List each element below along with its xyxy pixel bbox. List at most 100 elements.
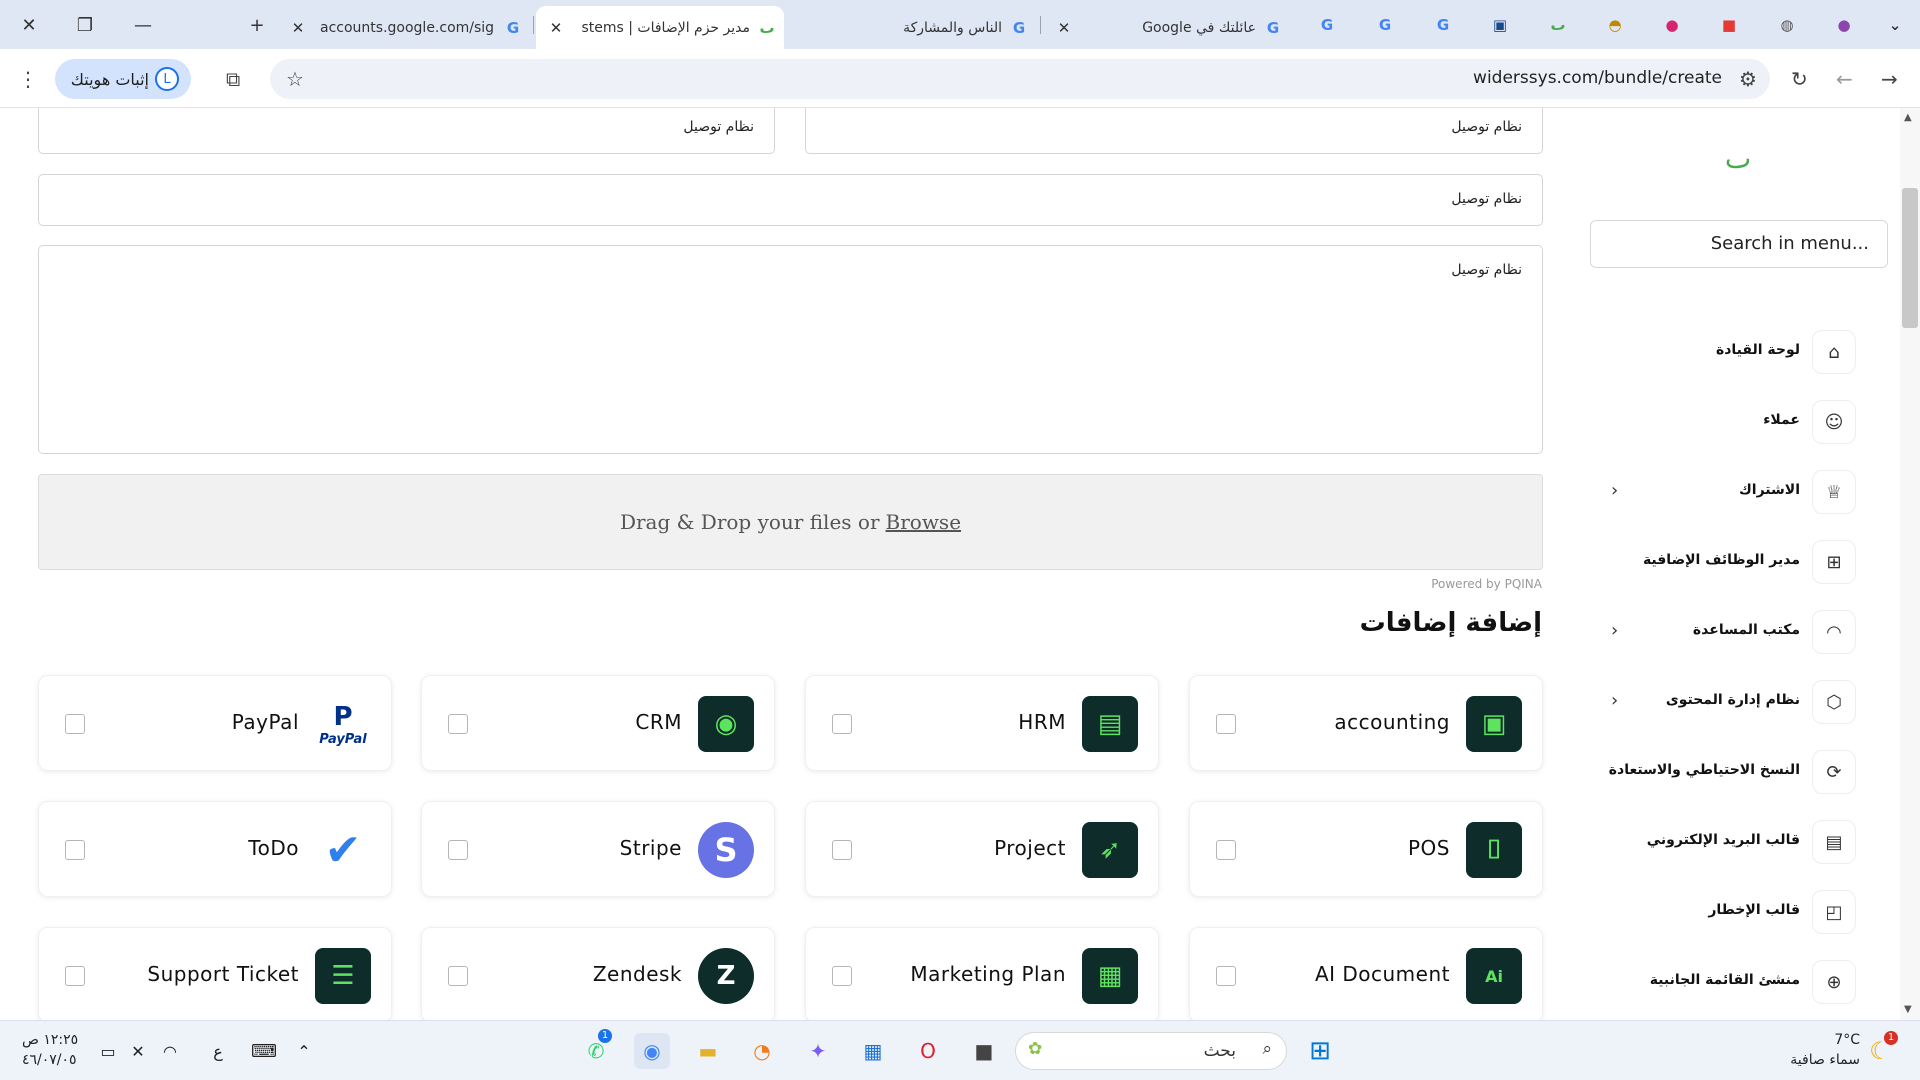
file-drop-zone[interactable]: Drag & Drop your files or Browse: [38, 474, 1543, 570]
addon-checkbox[interactable]: [832, 966, 852, 986]
tab-accounts-google[interactable]: ✕ accounts.google.com/sig G: [288, 6, 530, 49]
forward-icon[interactable]: →: [1881, 67, 1898, 91]
chevron-right-icon[interactable]: ›: [1611, 480, 1618, 501]
text-field[interactable]: نظام توصيل: [38, 174, 1543, 226]
addon-card-zendesk[interactable]: Z Zendesk: [421, 927, 775, 1020]
google-tab-icon[interactable]: G: [1432, 14, 1454, 36]
description-textarea[interactable]: نظام توصيل: [38, 245, 1543, 454]
scrollbar-thumb[interactable]: [1902, 188, 1918, 328]
store-icon[interactable]: ▦: [855, 1033, 891, 1069]
tab-close-icon[interactable]: ✕: [1054, 19, 1074, 37]
chrome-icon[interactable]: ◉: [634, 1033, 670, 1069]
reload-icon[interactable]: ↻: [1791, 67, 1808, 91]
addon-checkbox[interactable]: [448, 840, 468, 860]
volume-muted-icon[interactable]: ✕: [120, 1033, 156, 1069]
addon-checkbox[interactable]: [65, 714, 85, 734]
addon-card-paypal[interactable]: P PayPal PayPal: [38, 675, 392, 771]
sidebar-item-cms[interactable]: ⬡ نظام إدارة المحتوى ›: [1575, 680, 1900, 724]
inbox-tab-icon[interactable]: ▣: [1489, 14, 1511, 36]
page-scrollbar[interactable]: ▲ ▼: [1900, 108, 1920, 1020]
widers-tab-icon[interactable]: ٮ: [1547, 14, 1569, 36]
addon-card-support-ticket[interactable]: ☰ Support Ticket: [38, 927, 392, 1020]
window-minimize-icon[interactable]: —: [128, 12, 158, 38]
text-field[interactable]: نظام توصيل: [38, 108, 775, 154]
sidebar-item-menu-builder[interactable]: ⊕ منشئ القائمة الجانبية: [1575, 960, 1900, 1004]
addon-checkbox[interactable]: [448, 714, 468, 734]
browse-link[interactable]: Browse: [886, 510, 962, 534]
menu-search-input[interactable]: Search in menu...: [1590, 220, 1888, 268]
widers-logo-icon[interactable]: ٮ: [1710, 130, 1766, 186]
addon-checkbox[interactable]: [448, 966, 468, 986]
windows-start-icon[interactable]: ⊞: [1302, 1033, 1338, 1069]
back-icon[interactable]: ←: [1836, 67, 1853, 91]
extensions-icon[interactable]: ⧉: [226, 67, 240, 91]
addon-card-stripe[interactable]: S Stripe: [421, 801, 775, 897]
addon-checkbox[interactable]: [1216, 840, 1236, 860]
moon-icon[interactable]: ☾ 1: [1862, 1031, 1898, 1069]
opera-icon[interactable]: O: [910, 1033, 946, 1069]
addon-checkbox[interactable]: [832, 840, 852, 860]
tab-search-chevron-icon[interactable]: ⌄: [1884, 14, 1906, 36]
scroll-up-icon[interactable]: ▲: [1904, 112, 1912, 123]
globe-tab-icon[interactable]: ◍: [1776, 14, 1798, 36]
addon-card-pos[interactable]: ⌷ POS: [1189, 801, 1543, 897]
site-settings-icon[interactable]: ⚙: [1739, 67, 1757, 91]
chevron-right-icon[interactable]: ›: [1611, 690, 1618, 711]
system-clock[interactable]: ١٢:٢٥ ص ٤٦/٠٧/٠٥: [22, 1030, 78, 1070]
sidebar-item-addon-manager[interactable]: ⊞ مدير الوظائف الإضافية: [1575, 540, 1900, 584]
copilot-icon[interactable]: ✦: [800, 1033, 836, 1069]
new-tab-button[interactable]: +: [242, 12, 272, 38]
addon-checkbox[interactable]: [1216, 714, 1236, 734]
wifi-icon[interactable]: ◠: [152, 1033, 188, 1069]
chevron-up-icon[interactable]: ⌃: [286, 1033, 322, 1069]
file-explorer-icon[interactable]: ▬: [690, 1033, 726, 1069]
bookmark-star-icon[interactable]: ☆: [286, 67, 304, 91]
url-text[interactable]: widerssys.com/bundle/create: [1473, 68, 1722, 88]
addon-checkbox[interactable]: [1216, 966, 1236, 986]
taskbar-search[interactable]: ✿ بحث ⌕: [1015, 1032, 1287, 1070]
tab-google-family[interactable]: ✕ عائلتك في Google G: [1054, 6, 1290, 49]
avatar-tab-icon[interactable]: ●: [1833, 14, 1855, 36]
addon-card-project[interactable]: ➶ Project: [805, 801, 1159, 897]
addon-checkbox[interactable]: [832, 714, 852, 734]
addon-checkbox[interactable]: [65, 966, 85, 986]
addon-checkbox[interactable]: [65, 840, 85, 860]
addon-card-hrm[interactable]: ▤ HRM: [805, 675, 1159, 771]
sidebar-item-subscription[interactable]: ♕ الاشتراك ›: [1575, 470, 1900, 514]
sidebar-item-notification-template[interactable]: ◰ قالب الإخطار: [1575, 890, 1900, 934]
profile-verify-button[interactable]: إثبات هويتك L: [55, 59, 191, 99]
addon-card-accounting[interactable]: ▣ accounting: [1189, 675, 1543, 771]
addon-card-crm[interactable]: ◉ CRM: [421, 675, 775, 771]
tab-close-icon[interactable]: ✕: [288, 19, 308, 37]
scroll-down-icon[interactable]: ▼: [1904, 1004, 1912, 1015]
addon-card-ai-document[interactable]: Ai AI Document: [1189, 927, 1543, 1020]
language-indicator[interactable]: ع: [200, 1033, 236, 1069]
google-tab-icon[interactable]: G: [1374, 14, 1396, 36]
tab-close-icon[interactable]: ✕: [546, 19, 566, 37]
extension-tab-icon[interactable]: ◓: [1604, 14, 1626, 36]
terminal-icon[interactable]: ■: [966, 1033, 1002, 1069]
sidebar-item-dashboard[interactable]: ⌂ لوحة القيادة: [1575, 330, 1900, 374]
blender-icon[interactable]: ◔: [744, 1033, 780, 1069]
weather-widget[interactable]: 7°C سماء صافية: [1790, 1030, 1860, 1070]
template-icon: ▤: [1812, 820, 1856, 864]
whatsapp-icon[interactable]: ✆ 1: [578, 1029, 614, 1069]
media-tab-icon[interactable]: ●: [1661, 14, 1683, 36]
menu-dots-icon[interactable]: ⋮: [18, 67, 38, 91]
google-tab-icon[interactable]: G: [1316, 14, 1338, 36]
keyboard-icon[interactable]: ⌨: [246, 1033, 282, 1069]
sidebar-item-backup[interactable]: ⟳ النسخ الاحتياطي والاستعادة: [1575, 750, 1900, 794]
addon-card-todo[interactable]: ✔ ToDo: [38, 801, 392, 897]
sidebar-item-customers[interactable]: ☺ عملاء: [1575, 400, 1900, 444]
window-restore-icon[interactable]: ❐: [70, 12, 100, 38]
tab-people-sharing[interactable]: الناس والمشاركة G: [794, 6, 1036, 49]
chevron-right-icon[interactable]: ›: [1611, 620, 1618, 641]
sidebar-item-helpdesk[interactable]: ◠ مكتب المساعدة ›: [1575, 610, 1900, 654]
video-tab-icon[interactable]: ■: [1718, 14, 1740, 36]
tab-addon-bundle-manager[interactable]: ✕ مدير حزم الإضافات | stems ٮ: [536, 6, 784, 49]
addon-card-marketing-plan[interactable]: ▦ Marketing Plan: [805, 927, 1159, 1020]
sidebar-item-email-template[interactable]: ▤ قالب البريد الإلكتروني: [1575, 820, 1900, 864]
windows-taskbar: ١٢:٢٥ ص ٤٦/٠٧/٠٥ ▭ ✕ ◠ ع ⌨ ⌃ ✆ 1 ◉ ▬ ◔ ✦ …: [0, 1020, 1920, 1080]
text-field[interactable]: نظام توصيل: [805, 108, 1543, 154]
window-close-icon[interactable]: ✕: [14, 12, 44, 38]
